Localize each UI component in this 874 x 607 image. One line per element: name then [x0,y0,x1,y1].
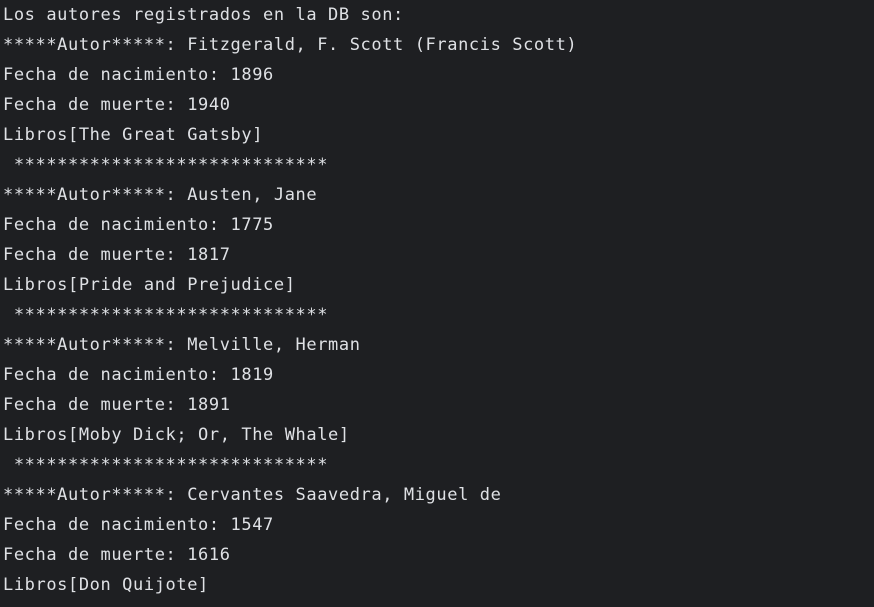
death-year-line: Fecha de muerte: 1891 [3,395,231,415]
books-line: Libros[The Great Gatsby] [3,125,264,145]
separator-line: ***************************** [3,305,329,325]
author-line: *****Autor*****: Cervantes Saavedra, Mig… [3,485,502,505]
books-line: Libros[Pride and Prejudice] [3,275,296,295]
birth-year-line: Fecha de nacimiento: 1547 [3,515,274,535]
author-line: *****Autor*****: Austen, Jane [3,185,318,205]
books-line: Libros[Moby Dick; Or, The Whale] [3,425,350,445]
author-line: *****Autor*****: Fitzgerald, F. Scott (F… [3,35,578,55]
birth-year-line: Fecha de nacimiento: 1819 [3,365,274,385]
separator-line: ***************************** [3,455,329,475]
separator-line: ***************************** [3,155,329,175]
books-line: Libros[Don Quijote] [3,575,209,595]
death-year-line: Fecha de muerte: 1616 [3,545,231,565]
console-output[interactable]: Los autores registrados en la DB son: **… [0,0,874,607]
console-header-line: Los autores registrados en la DB son: [3,5,404,25]
birth-year-line: Fecha de nacimiento: 1896 [3,65,274,85]
death-year-line: Fecha de muerte: 1940 [3,95,231,115]
birth-year-line: Fecha de nacimiento: 1775 [3,215,274,235]
death-year-line: Fecha de muerte: 1817 [3,245,231,265]
author-line: *****Autor*****: Melville, Herman [3,335,361,355]
